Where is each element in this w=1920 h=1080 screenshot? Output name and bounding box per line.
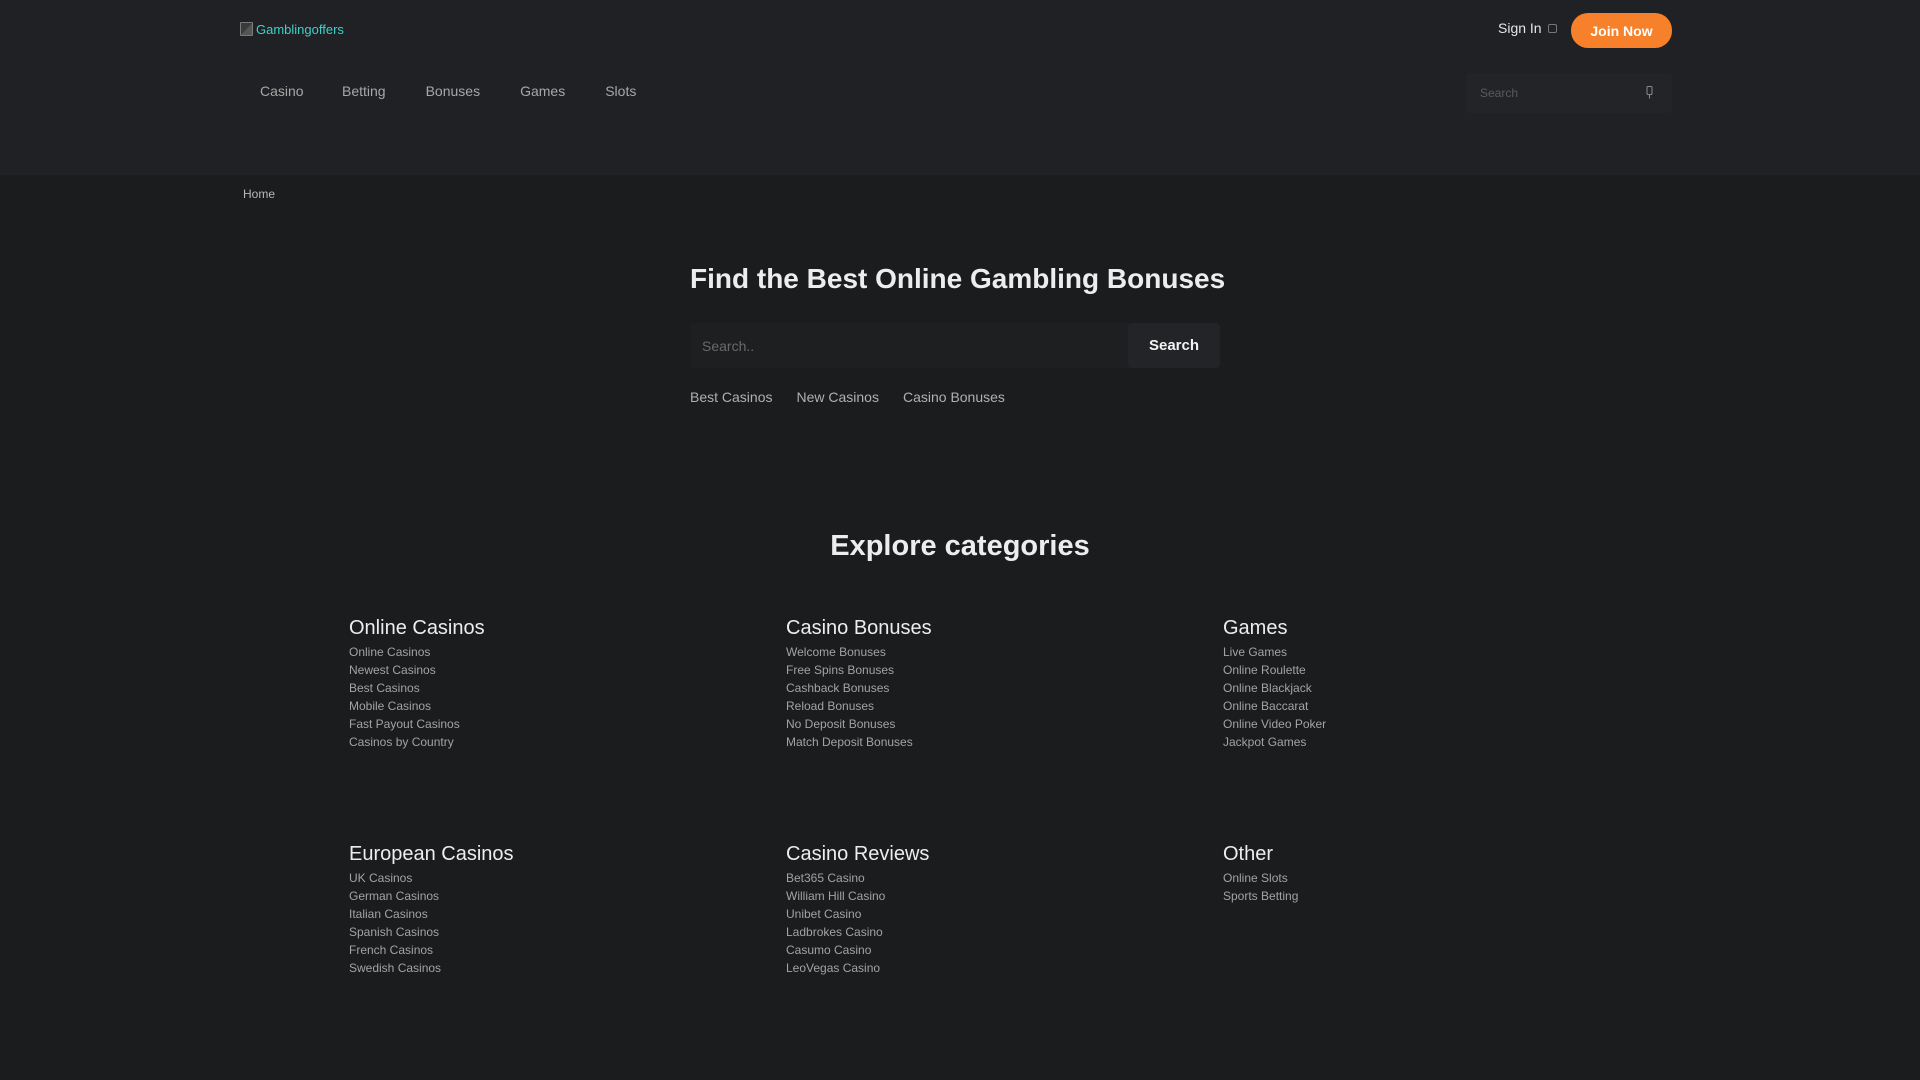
category-link[interactable]: LeoVegas Casino [786,959,1186,977]
category-link[interactable]: Best Casinos [349,679,749,697]
category-link[interactable]: William Hill Casino [786,887,1186,905]
category-link[interactable]: Bet365 Casino [786,869,1186,887]
breadcrumb-home[interactable]: Home [243,187,275,201]
category-link[interactable]: Spanish Casinos [349,923,749,941]
category-link[interactable]: Unibet Casino [786,905,1186,923]
quick-links: Best Casinos New Casinos Casino Bonuses [690,389,1005,405]
category-link[interactable]: Free Spins Bonuses [786,661,1186,679]
category-link[interactable]: Online Video Poker [1223,715,1623,733]
category-casino-bonuses: Casino Bonuses Welcome Bonuses Free Spin… [786,615,1186,751]
category-link[interactable]: No Deposit Bonuses [786,715,1186,733]
category-link[interactable]: UK Casinos [349,869,749,887]
category-link[interactable]: Sports Betting [1223,887,1623,905]
join-now-button[interactable]: Join Now [1571,13,1672,48]
category-title: Other [1223,843,1274,865]
nav-item-betting[interactable]: Betting [342,83,386,103]
hero-title: Find the Best Online Gambling Bonuses [690,263,1226,294]
category-link[interactable]: Online Slots [1223,869,1623,887]
header-search-input[interactable] [1480,73,1640,113]
category-link[interactable]: Cashback Bonuses [786,679,1186,697]
category-title: Casino Reviews [786,843,930,865]
category-link[interactable]: Fast Payout Casinos [349,715,749,733]
sign-in-link[interactable]: Sign In [1498,20,1557,36]
category-online-casinos: Online Casinos Online Casinos Newest Cas… [349,615,749,751]
sign-in-label: Sign In [1498,20,1542,36]
site-logo[interactable]: Gamblingoffers [240,20,344,38]
category-link[interactable]: Match Deposit Bonuses [786,733,1186,751]
category-link[interactable]: Jackpot Games [1223,733,1623,751]
hero-search-button[interactable]: Search [1128,323,1220,368]
hero-search: Search [690,323,1220,368]
nav-item-bonuses[interactable]: Bonuses [426,83,480,103]
category-title: Online Casinos [349,617,485,639]
category-link[interactable]: Online Baccarat [1223,697,1623,715]
broken-image-icon [240,22,253,36]
category-games: Games Live Games Online Roulette Online … [1223,615,1623,751]
category-other: Other Online Slots Sports Betting [1223,841,1623,905]
category-link[interactable]: Casumo Casino [786,941,1186,959]
category-title: Casino Bonuses [786,617,932,639]
category-link[interactable]: Online Casinos [349,643,749,661]
category-link[interactable]: French Casinos [349,941,749,959]
category-link[interactable]: Reload Bonuses [786,697,1186,715]
quick-link-best-casinos[interactable]: Best Casinos [690,389,772,405]
nav-item-games[interactable]: Games [520,83,565,103]
category-link[interactable]: Mobile Casinos [349,697,749,715]
category-link[interactable]: Live Games [1223,643,1623,661]
site-header: Gamblingoffers Sign In Join Now Casino B… [0,0,1920,175]
category-link[interactable]: Italian Casinos [349,905,749,923]
category-link[interactable]: Casinos by Country [349,733,749,751]
category-european-casinos: European Casinos UK Casinos German Casin… [349,841,749,977]
nav-item-casino[interactable]: Casino [260,83,304,103]
header-search [1466,73,1672,113]
category-title: Games [1223,617,1288,639]
quick-link-new-casinos[interactable]: New Casinos [796,389,878,405]
nav-item-slots[interactable]: Slots [605,83,636,103]
category-link[interactable]: Welcome Bonuses [786,643,1186,661]
category-title: European Casinos [349,843,514,865]
category-casino-reviews: Casino Reviews Bet365 Casino William Hil… [786,841,1186,977]
category-link[interactable]: Online Blackjack [1223,679,1623,697]
categories-title: Explore categories [830,530,1090,562]
search-icon[interactable] [1645,86,1654,99]
quick-link-casino-bonuses[interactable]: Casino Bonuses [903,389,1005,405]
category-link[interactable]: German Casinos [349,887,749,905]
hero-search-input[interactable] [702,323,1102,368]
category-link[interactable]: Swedish Casinos [349,959,749,977]
category-link[interactable]: Newest Casinos [349,661,749,679]
logo-text: Gamblingoffers [256,21,344,37]
category-link[interactable]: Ladbrokes Casino [786,923,1186,941]
user-icon [1547,23,1557,33]
main-nav: Casino Betting Bonuses Games Slots [260,83,636,103]
category-link[interactable]: Online Roulette [1223,661,1623,679]
